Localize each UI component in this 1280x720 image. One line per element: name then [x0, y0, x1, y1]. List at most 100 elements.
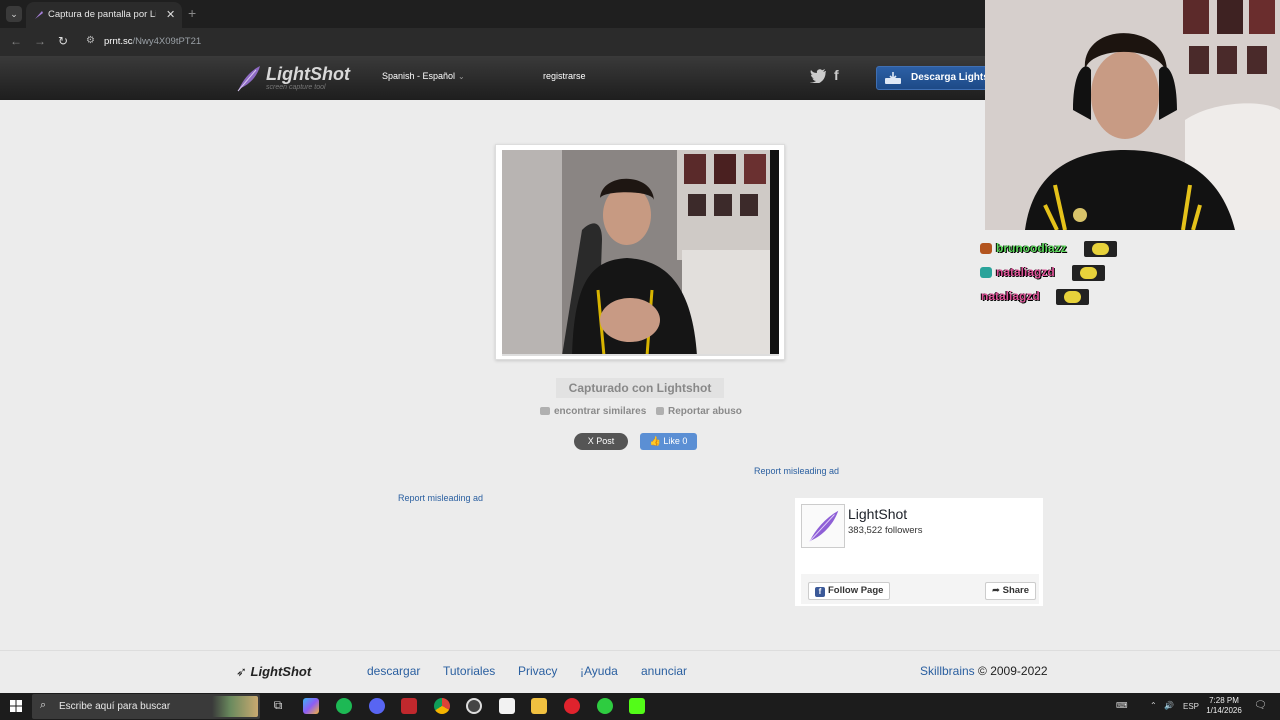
report-misleading-ad-link[interactable]: Report misleading ad — [754, 466, 839, 476]
report-misleading-ad-link[interactable]: Report misleading ad — [398, 493, 483, 503]
captured-with-label: Capturado con Lightshot — [556, 378, 724, 398]
footer-link-privacy[interactable]: Privacy — [518, 664, 557, 678]
report-abuse-link[interactable]: Reportar abuso — [656, 406, 742, 417]
chat-username: nataliagzd — [996, 265, 1055, 279]
share-button[interactable]: ➦ Share — [985, 582, 1037, 600]
windows-taskbar: ⌕ Escribe aquí para buscar ⧉ ⌨ ⌃ 🔊 ESP 7… — [0, 693, 1280, 720]
emote-icon — [1084, 241, 1117, 257]
site-logo[interactable]: LightShot screen capture tool — [236, 64, 356, 96]
url-path: /Nwy4X09tPT21 — [132, 36, 202, 47]
url-host: prnt.sc — [104, 36, 133, 47]
user-badge-icon — [980, 267, 992, 278]
footer-link-download[interactable]: descargar — [367, 664, 420, 678]
share-label: Share — [1002, 585, 1030, 596]
footer-link-tutorials[interactable]: Tutoriales — [443, 664, 495, 678]
webcam-overlay — [985, 0, 1280, 230]
follow-page-label: Follow Page — [828, 585, 884, 596]
obs-icon[interactable] — [466, 698, 482, 714]
feather-icon — [237, 66, 260, 92]
fb-page-name[interactable]: LightShot — [848, 506, 907, 522]
feather-icon: ➶ — [236, 664, 247, 679]
share-icon: ➦ — [992, 585, 1000, 596]
taskbar-search-input[interactable]: ⌕ Escribe aquí para buscar — [32, 694, 260, 719]
site-info-icon[interactable]: ⚙ — [86, 35, 95, 46]
captured-screenshot-image[interactable] — [502, 150, 779, 356]
kick-icon[interactable] — [629, 698, 645, 714]
speaker-icon[interactable]: 🔊 — [1164, 701, 1174, 710]
chevron-down-icon: ⌄ — [458, 72, 465, 81]
new-tab-icon[interactable]: + — [188, 5, 196, 21]
lightshot-page-avatar[interactable] — [801, 504, 845, 548]
back-icon[interactable]: ← — [10, 34, 22, 48]
skillbrains-link[interactable]: Skillbrains — [920, 664, 975, 678]
register-link[interactable]: registrarse — [543, 71, 586, 81]
opera-gx-icon[interactable] — [564, 698, 580, 714]
copyright-years: © 2009-2022 — [978, 664, 1048, 678]
windows-start-icon[interactable] — [10, 700, 22, 712]
logo-tagline: screen capture tool — [266, 84, 326, 91]
stream-chat-overlay: brunoodiazz nataliagzd nataliagzd — [980, 238, 1140, 310]
taskbar-clock[interactable]: 7:28 PM 1/14/2026 — [1198, 696, 1250, 716]
camera-icon — [540, 407, 550, 415]
voicemeeter-icon[interactable] — [401, 698, 417, 714]
facebook-icon[interactable]: f — [834, 67, 839, 83]
chat-message: brunoodiazz — [980, 238, 1140, 262]
screenshot-frame — [495, 144, 785, 360]
file-explorer-icon[interactable] — [531, 698, 547, 714]
tab-search-button[interactable]: ⌄ — [6, 6, 22, 22]
discord-icon[interactable] — [369, 698, 385, 714]
clock-time: 7:28 PM — [1209, 696, 1239, 705]
user-badge-icon — [980, 243, 992, 254]
chat-message: nataliagzd — [980, 286, 1140, 310]
spotify-icon[interactable] — [336, 698, 352, 714]
browser-tab[interactable]: Captura de pantalla por Lightsh ✕ — [26, 2, 182, 28]
flag-icon — [656, 407, 664, 415]
find-similar-link[interactable]: encontrar similares — [540, 406, 646, 417]
language-label: Spanish - Español — [382, 71, 456, 81]
copilot-icon[interactable] — [303, 698, 319, 714]
footer-link-help[interactable]: ¡Ayuda — [580, 664, 618, 678]
download-icon — [885, 72, 901, 84]
input-language[interactable]: ESP — [1183, 702, 1199, 711]
follow-page-button[interactable]: f Follow Page — [808, 582, 891, 600]
fb-action-bar: f Follow Page ➦ Share — [801, 574, 1039, 604]
taskbar-search-placeholder: Escribe aquí para buscar — [59, 701, 171, 712]
notification-icon[interactable]: 🗨 — [1254, 700, 1267, 711]
tab-close-icon[interactable]: ✕ — [166, 8, 175, 21]
capcut-icon[interactable] — [499, 698, 515, 714]
report-abuse-label: Reportar abuso — [668, 406, 742, 417]
clock-date: 1/14/2026 — [1206, 706, 1242, 715]
language-selector[interactable]: Spanish - Español ⌄ — [382, 71, 465, 81]
search-icon: ⌕ — [40, 699, 47, 711]
lightshot-favicon-icon — [35, 11, 43, 19]
like-label: Like 0 — [663, 436, 688, 446]
reload-icon[interactable]: ↻ — [58, 34, 68, 48]
chrome-icon[interactable] — [434, 698, 450, 714]
twitter-icon[interactable] — [810, 69, 826, 83]
url-field[interactable]: prnt.sc/Nwy4X09tPT21 — [104, 36, 201, 47]
facebook-like-button[interactable]: 👍 Like 0 — [640, 433, 697, 450]
logo-name: LightShot — [266, 64, 350, 84]
find-similar-label: encontrar similares — [554, 406, 647, 417]
footer-logo-name: LightShot — [250, 664, 312, 679]
keyboard-icon[interactable]: ⌨ — [1116, 701, 1128, 710]
footer-link-advertise[interactable]: anunciar — [641, 664, 687, 678]
xbox-icon[interactable] — [597, 698, 613, 714]
task-view-icon[interactable]: ⧉ — [270, 698, 286, 714]
fb-followers-count: 383,522 followers — [848, 525, 923, 536]
thumbs-up-icon: 👍 — [649, 436, 661, 446]
search-highlight-image — [212, 696, 258, 717]
chat-username: nataliagzd — [981, 289, 1040, 303]
emote-icon — [1072, 265, 1105, 281]
chat-username: brunoodiazz — [996, 241, 1067, 255]
download-label: Descarga Lights — [911, 72, 989, 83]
chevron-up-icon[interactable]: ⌃ — [1150, 701, 1157, 710]
x-post-button[interactable]: X Post — [574, 433, 628, 450]
facebook-page-widget: LightShot 383,522 followers f Follow Page… — [795, 498, 1043, 606]
facebook-icon: f — [815, 587, 825, 597]
forward-icon[interactable]: → — [34, 34, 46, 48]
site-footer: ➶ LightShot descargar Tutoriales Privacy… — [0, 650, 1280, 693]
tab-title: Captura de pantalla por Lightsh — [48, 9, 156, 20]
footer-logo[interactable]: ➶ LightShot — [236, 664, 311, 680]
copyright: Skillbrains © 2009-2022 — [920, 664, 1048, 678]
